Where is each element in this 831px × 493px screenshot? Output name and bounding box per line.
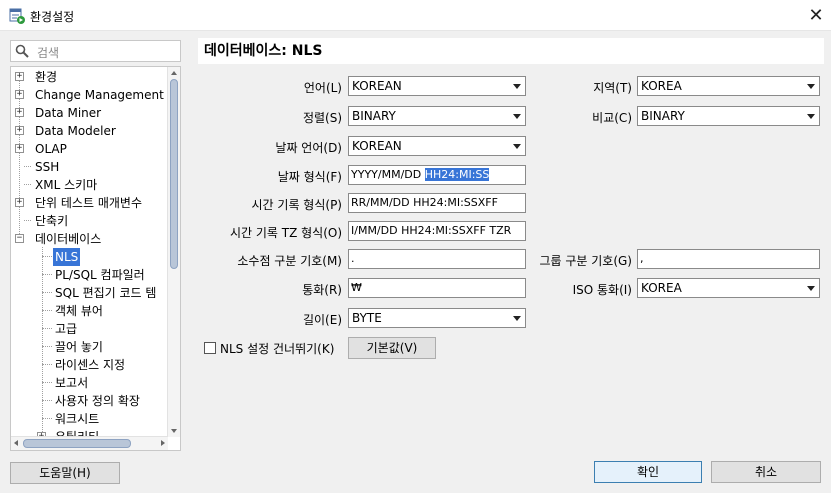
group-separator-input[interactable]: , (637, 249, 820, 269)
expand-icon[interactable]: + (15, 90, 24, 99)
tree-item-label: 객체 뷰어 (55, 304, 103, 318)
language-value: KOREAN (352, 79, 402, 93)
search-icon (15, 44, 29, 58)
help-button[interactable]: 도움말(H) (10, 462, 120, 484)
group-separator-value: , (640, 252, 644, 265)
chevron-down-icon (807, 286, 815, 291)
scroll-right-icon[interactable] (161, 440, 165, 446)
tree-item-label: 보고서 (55, 376, 89, 390)
group-separator-label: 그룹 구분 기호(G) (539, 254, 632, 268)
tree-item-label: 워크시트 (55, 412, 100, 426)
scroll-thumb[interactable] (23, 439, 131, 448)
length-select[interactable]: BYTE (348, 308, 526, 328)
expand-icon[interactable]: + (15, 198, 24, 207)
chevron-down-icon (513, 114, 521, 119)
comparison-label: 비교(C) (592, 111, 632, 125)
expand-icon[interactable]: + (15, 108, 24, 117)
chevron-down-icon (513, 316, 521, 321)
timestamp-format-label: 시간 기록 형식(P) (251, 198, 342, 212)
expand-icon[interactable]: + (15, 72, 24, 81)
tree-item-label: 사용자 정의 확장 (55, 394, 140, 408)
language-label: 언어(L) (303, 81, 342, 95)
tree-vertical-scrollbar[interactable] (167, 67, 180, 437)
tree-item-label: 라이센스 지정 (55, 358, 126, 372)
date-format-selection: HH24:MI:SS (424, 168, 490, 181)
scroll-thumb[interactable] (170, 79, 178, 269)
date-language-select[interactable]: KOREAN (348, 136, 526, 156)
tree-item-label: SSH (35, 160, 60, 174)
length-value: BYTE (352, 311, 382, 325)
chevron-down-icon (807, 114, 815, 119)
iso-currency-value: KOREA (641, 281, 682, 295)
decimal-separator-input[interactable]: . (348, 249, 526, 269)
preferences-tree[interactable]: + 환경 + Change Management D + Data Miner … (10, 66, 181, 451)
search-input[interactable]: 검색 (10, 40, 181, 62)
date-format-input[interactable]: YYYY/MM/DD HH24:MI:SS (348, 165, 526, 185)
scroll-down-icon[interactable] (171, 429, 177, 433)
tree-item-label: XML 스키마 (35, 178, 98, 192)
length-label: 길이(E) (302, 313, 342, 327)
date-format-label: 날짜 형식(F) (277, 170, 342, 184)
comparison-value: BINARY (641, 109, 685, 123)
tree-item-label: NLS (53, 248, 81, 266)
date-language-value: KOREAN (352, 139, 402, 153)
cancel-button[interactable]: 취소 (711, 461, 821, 483)
currency-value: ₩ (351, 281, 362, 294)
tree-item-label: 데이터베이스 (35, 232, 102, 246)
territory-label: 지역(T) (593, 81, 632, 95)
tree-item-label: Data Modeler (35, 124, 116, 138)
currency-input[interactable]: ₩ (348, 278, 526, 298)
sort-select[interactable]: BINARY (348, 106, 526, 126)
app-icon (9, 8, 25, 24)
tree-item-label: 고급 (55, 322, 78, 336)
date-format-value: YYYY/MM/DD (351, 168, 425, 181)
iso-currency-label: ISO 통화(I) (572, 283, 632, 297)
tree-horizontal-scrollbar[interactable] (11, 436, 168, 450)
chevron-down-icon (807, 84, 815, 89)
chevron-down-icon (513, 144, 521, 149)
language-select[interactable]: KOREAN (348, 76, 526, 96)
decimal-separator-value: . (351, 252, 355, 265)
timestamp-format-value: RR/MM/DD HH24:MI:SSXFF (351, 196, 498, 209)
panel-title: 데이터베이스: NLS (198, 38, 824, 64)
territory-value: KOREA (641, 79, 682, 93)
tree-item-label: 단축키 (35, 214, 69, 228)
tree-item-label: Data Miner (35, 106, 102, 120)
currency-label: 통화(R) (302, 283, 342, 297)
timestamp-format-input[interactable]: RR/MM/DD HH24:MI:SSXFF (348, 193, 526, 213)
expand-icon[interactable]: + (15, 144, 24, 153)
chevron-down-icon (513, 84, 521, 89)
window-title: 환경설정 (30, 10, 75, 24)
tree-item-label: 환경 (35, 70, 58, 84)
timestamp-tz-format-input[interactable]: I/MM/DD HH24:MI:SSXFF TZR (348, 221, 526, 241)
collapse-icon[interactable]: − (15, 234, 24, 243)
scroll-up-icon[interactable] (171, 71, 177, 75)
title-bar: 환경설정 ✕ (0, 0, 831, 31)
tree-item-label: OLAP (35, 142, 67, 156)
tree-item-label: 끌어 놓기 (55, 340, 103, 354)
tree-item-label: Change Management D (35, 88, 177, 102)
date-language-label: 날짜 언어(D) (275, 141, 342, 155)
sort-label: 정렬(S) (302, 111, 342, 125)
tree-item-label: PL/SQL 컴파일러 (55, 268, 145, 282)
close-icon[interactable]: ✕ (801, 0, 831, 31)
default-values-button[interactable]: 기본값(V) (348, 337, 436, 359)
expand-icon[interactable]: + (15, 126, 24, 135)
tree-item-label: 단위 테스트 매개변수 (35, 196, 142, 210)
skip-nls-checkbox[interactable] (204, 342, 216, 354)
territory-select[interactable]: KOREA (637, 76, 820, 96)
timestamp-tz-format-label: 시간 기록 TZ 형식(O) (229, 226, 342, 240)
decimal-separator-label: 소수점 구분 기호(M) (237, 254, 342, 268)
iso-currency-select[interactable]: KOREA (637, 278, 820, 298)
sort-value: BINARY (352, 109, 396, 123)
skip-nls-label[interactable]: NLS 설정 건너뛰기(K) (220, 340, 334, 357)
timestamp-tz-format-value: I/MM/DD HH24:MI:SSXFF TZR (351, 224, 512, 237)
ok-button[interactable]: 확인 (594, 461, 702, 483)
tree-item-label: SQL 편집기 코드 템 (55, 286, 157, 300)
comparison-select[interactable]: BINARY (637, 106, 820, 126)
search-placeholder: 검색 (37, 46, 60, 60)
scroll-left-icon[interactable] (14, 440, 18, 446)
